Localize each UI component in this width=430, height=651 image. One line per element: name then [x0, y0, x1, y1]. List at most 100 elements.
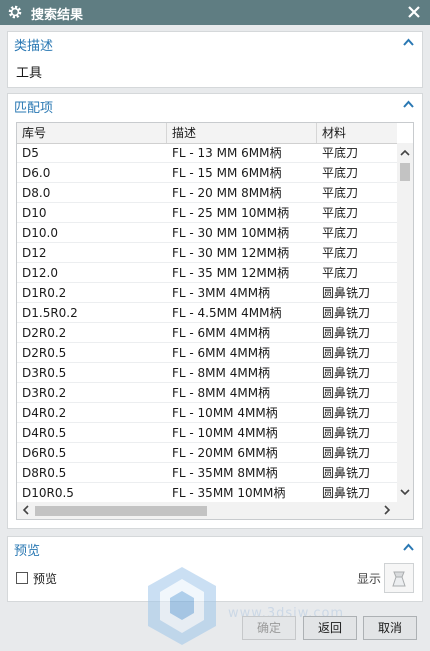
table-row[interactable]: D2R0.2 FL - 6MM 4MM柄 圆鼻铣刀: [17, 323, 397, 343]
cell-material: 平底刀: [322, 266, 359, 280]
cell-description: FL - 10MM 4MM柄: [172, 406, 278, 420]
back-button[interactable]: 返回: [303, 616, 357, 640]
cell-material: 圆鼻铣刀: [322, 466, 371, 480]
cell-library-id: D6.0: [22, 166, 51, 180]
window-title: 搜索结果: [31, 8, 84, 23]
cell-library-id: D1.5R0.2: [22, 306, 78, 320]
cell-description: FL - 6MM 4MM柄: [172, 326, 271, 340]
table-row[interactable]: D2R0.5 FL - 6MM 4MM柄 圆鼻铣刀: [17, 343, 397, 363]
table-header: 库号 描述 材料: [17, 123, 397, 144]
gear-icon: [8, 5, 22, 19]
table-row[interactable]: D5 FL - 13 MM 6MM柄 平底刀: [17, 143, 397, 163]
cell-description: FL - 8MM 4MM柄: [172, 366, 271, 380]
chevron-up-icon[interactable]: [403, 543, 414, 551]
table-row[interactable]: D4R0.2 FL - 10MM 4MM柄 圆鼻铣刀: [17, 403, 397, 423]
show-preview-button[interactable]: [384, 563, 414, 593]
preview-checkbox[interactable]: [16, 572, 28, 584]
cell-description: FL - 15 MM 6MM柄: [172, 166, 282, 180]
close-icon[interactable]: [406, 4, 422, 20]
cell-material: 圆鼻铣刀: [322, 346, 371, 360]
cell-library-id: D12: [22, 246, 47, 260]
cell-description: FL - 4.5MM 4MM柄: [172, 306, 282, 320]
cell-description: FL - 35 MM 12MM柄: [172, 266, 290, 280]
cell-description: FL - 25 MM 10MM柄: [172, 206, 290, 220]
show-label: 显示: [357, 572, 382, 586]
cell-library-id: D3R0.5: [22, 366, 67, 380]
cell-description: FL - 20MM 6MM柄: [172, 446, 278, 460]
cell-library-id: D10: [22, 206, 47, 220]
cell-material: 圆鼻铣刀: [322, 486, 371, 500]
horizontal-scroll-thumb[interactable]: [35, 506, 207, 516]
vertical-scrollbar[interactable]: [397, 143, 413, 502]
table-row[interactable]: D10.0 FL - 30 MM 10MM柄 平底刀: [17, 223, 397, 243]
matches-header[interactable]: 匹配项: [8, 94, 422, 116]
matches-table[interactable]: 库号 描述 材料 D5 FL - 13 MM 6MM柄 平底刀 D6.0 FL - 15…: [16, 122, 414, 520]
table-row[interactable]: D6R0.5 FL - 20MM 6MM柄 圆鼻铣刀: [17, 443, 397, 463]
table-row[interactable]: D8.0 FL - 20 MM 8MM柄 平底刀: [17, 183, 397, 203]
table-row[interactable]: D3R0.2 FL - 8MM 4MM柄 圆鼻铣刀: [17, 383, 397, 403]
table-body: D5 FL - 13 MM 6MM柄 平底刀 D6.0 FL - 15 MM 6MM柄平…: [17, 143, 397, 503]
cell-material: 平底刀: [322, 166, 359, 180]
cell-material: 圆鼻铣刀: [322, 446, 371, 460]
table-row[interactable]: D10 FL - 25 MM 10MM柄 平底刀: [17, 203, 397, 223]
category-section: 类描述 工具: [7, 31, 423, 88]
cell-description: FL - 35MM 8MM柄: [172, 466, 278, 480]
cell-library-id: D6R0.5: [22, 446, 67, 460]
cell-material: 圆鼻铣刀: [322, 426, 371, 440]
title-bar: 搜索结果: [0, 0, 430, 25]
table-row[interactable]: D10R0.5 FL - 35MM 10MM柄 圆鼻铣刀: [17, 483, 397, 503]
cell-library-id: D8R0.5: [22, 466, 67, 480]
cancel-button[interactable]: 取消: [363, 616, 417, 640]
cell-library-id: D12.0: [22, 266, 58, 280]
table-row[interactable]: D6.0 FL - 15 MM 6MM柄 平底刀: [17, 163, 397, 183]
horizontal-scrollbar[interactable]: [17, 502, 413, 519]
preview-show-icon: [392, 571, 406, 587]
cell-material: 平底刀: [322, 146, 359, 160]
cell-description: FL - 30 MM 12MM柄: [172, 246, 290, 260]
table-row[interactable]: D8R0.5 FL - 35MM 8MM柄 圆鼻铣刀: [17, 463, 397, 483]
column-header-description[interactable]: 描述: [167, 123, 317, 143]
table-row[interactable]: D4R0.5 FL - 10MM 4MM柄 圆鼻铣刀: [17, 423, 397, 443]
column-header-library-id[interactable]: 库号: [17, 123, 167, 143]
chevron-up-icon[interactable]: [403, 100, 414, 108]
column-header-material[interactable]: 材料: [317, 123, 397, 143]
cell-description: FL - 3MM 4MM柄: [172, 286, 271, 300]
cell-library-id: D5: [22, 146, 39, 160]
ok-button[interactable]: 确定: [242, 616, 296, 640]
cell-material: 圆鼻铣刀: [322, 406, 371, 420]
cell-library-id: D10R0.5: [22, 486, 74, 500]
cell-description: FL - 35MM 10MM柄: [172, 486, 286, 500]
chevron-up-icon[interactable]: [403, 38, 414, 46]
category-header[interactable]: 类描述: [8, 32, 422, 54]
cell-library-id: D3R0.2: [22, 386, 67, 400]
cell-description: FL - 30 MM 10MM柄: [172, 226, 290, 240]
cell-description: FL - 13 MM 6MM柄: [172, 146, 282, 160]
table-row[interactable]: D3R0.5 FL - 8MM 4MM柄 圆鼻铣刀: [17, 363, 397, 383]
cell-material: 圆鼻铣刀: [322, 286, 371, 300]
cell-material: 平底刀: [322, 226, 359, 240]
table-row[interactable]: D12 FL - 30 MM 12MM柄 平底刀: [17, 243, 397, 263]
cell-material: 平底刀: [322, 206, 359, 220]
matches-section: 匹配项 库号 描述 材料 D5 FL - 13 MM 6MM柄 平底刀 D6.0 FL …: [7, 93, 423, 529]
table-row[interactable]: D1R0.2 FL - 3MM 4MM柄 圆鼻铣刀: [17, 283, 397, 303]
scroll-right-icon[interactable]: [381, 504, 393, 516]
vertical-scroll-thumb[interactable]: [400, 163, 410, 181]
scroll-down-icon[interactable]: [399, 486, 411, 498]
cell-material: 圆鼻铣刀: [322, 306, 371, 320]
cell-library-id: D1R0.2: [22, 286, 67, 300]
cell-description: FL - 20 MM 8MM柄: [172, 186, 282, 200]
table-row[interactable]: D1.5R0.2 FL - 4.5MM 4MM柄 圆鼻铣刀: [17, 303, 397, 323]
cell-material: 平底刀: [322, 186, 359, 200]
cell-material: 圆鼻铣刀: [322, 366, 371, 380]
cell-material: 圆鼻铣刀: [322, 326, 371, 340]
scroll-up-icon[interactable]: [399, 147, 411, 159]
cell-library-id: D2R0.2: [22, 326, 67, 340]
table-row[interactable]: D12.0 FL - 35 MM 12MM柄 平底刀: [17, 263, 397, 283]
preview-checkbox-label: 预览: [33, 572, 58, 586]
cell-description: FL - 8MM 4MM柄: [172, 386, 271, 400]
preview-header[interactable]: 预览: [8, 537, 422, 559]
cell-library-id: D8.0: [22, 186, 51, 200]
scroll-left-icon[interactable]: [20, 504, 32, 516]
watermark-logo: [148, 567, 216, 645]
cell-library-id: D4R0.5: [22, 426, 67, 440]
